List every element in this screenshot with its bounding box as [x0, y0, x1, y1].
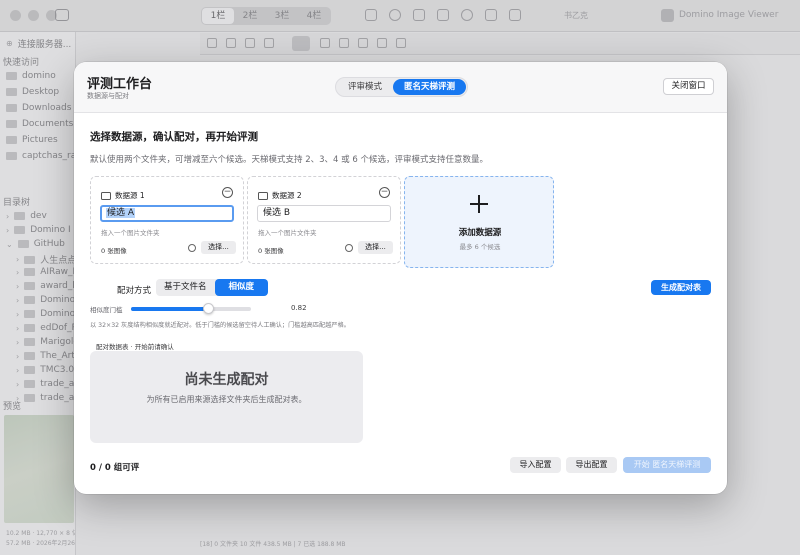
add-source-title: 添加数据源 [458, 228, 502, 238]
add-source-subtitle: 最多 6 个候选 [459, 243, 501, 251]
start-evaluation-button[interactable]: 开始 匿名天梯评测 [623, 457, 711, 473]
data-source-card-1[interactable]: 数据源 1 − 候选 A 拖入一个图片文件夹 0 张图像 选择... [90, 176, 244, 264]
remove-source-icon[interactable]: − [379, 187, 390, 198]
dialog-header: 评测工作台 数据源与配对 评审模式 匿名天梯评测 关闭窗口 [74, 62, 727, 113]
slider-fill [131, 307, 208, 311]
image-count: 0 张图像 [101, 247, 127, 255]
section-description: 默认使用两个文件夹，可增减至六个候选。天梯模式支持 2、3、4 或 6 个候选，… [90, 155, 488, 165]
threshold-label: 相似度门槛 [90, 306, 123, 314]
folder-plus-icon [258, 191, 268, 200]
pairing-method-switch[interactable]: 基于文件名 相似度 [156, 279, 269, 296]
tab-anonymous-ladder[interactable]: 匿名天梯评测 [393, 79, 467, 95]
slider-handle[interactable] [202, 303, 214, 314]
tab-similarity[interactable]: 相似度 [214, 279, 269, 296]
mode-switch[interactable]: 评审模式 匿名天梯评测 [335, 77, 469, 97]
data-source-card-2[interactable]: 数据源 2 − 候选 B 拖入一个图片文件夹 0 张图像 选择... [247, 176, 401, 264]
evaluation-workbench-dialog: 评测工作台 数据源与配对 评审模式 匿名天梯评测 关闭窗口 选择数据源，确认配对… [74, 62, 727, 494]
data-source-title: 数据源 2 [258, 190, 302, 201]
empty-title: 尚未生成配对 [184, 372, 269, 388]
export-config-button[interactable]: 导出配置 [566, 457, 617, 473]
folder-plus-icon [101, 191, 111, 200]
drop-hint: 拖入一个图片文件夹 [258, 229, 317, 237]
data-source-label: 数据源 1 [115, 191, 145, 200]
pair-table-label: 配对数据表 · 开始前请确认 [96, 343, 174, 351]
choose-folder-button[interactable]: 选择... [201, 241, 236, 254]
data-source-title: 数据源 1 [101, 190, 145, 201]
plus-icon [470, 195, 488, 213]
gear-icon[interactable] [345, 244, 353, 252]
data-source-label: 数据源 2 [272, 191, 302, 200]
source-name-value: 候选 A [106, 208, 136, 218]
gear-icon[interactable] [188, 244, 196, 252]
drop-hint: 拖入一个图片文件夹 [101, 229, 160, 237]
evaluable-count: 0 / 0 组可评 [90, 463, 140, 473]
source-name-input[interactable]: 候选 B [257, 205, 391, 222]
threshold-description: 以 32×32 灰度结构相似度就近配对。低于门槛的候选留空待人工确认；门槛越高匹… [90, 322, 350, 329]
pairing-label: 配对方式 [117, 286, 152, 296]
import-config-button[interactable]: 导入配置 [510, 457, 561, 473]
source-name-input[interactable]: 候选 A [100, 205, 234, 222]
pair-table-empty-state: 尚未生成配对 为所有已启用来源选择文件夹后生成配对表。 [90, 351, 363, 443]
dialog-subtitle: 数据源与配对 [87, 92, 129, 100]
generate-pairs-button[interactable]: 生成配对表 [651, 280, 711, 295]
add-data-source-button[interactable]: 添加数据源 最多 6 个候选 [404, 176, 554, 268]
threshold-value: 0.82 [291, 304, 307, 312]
tab-review-mode[interactable]: 评审模式 [337, 79, 393, 95]
empty-subtitle: 为所有已启用来源选择文件夹后生成配对表。 [146, 395, 307, 404]
section-heading: 选择数据源，确认配对，再开始评测 [90, 131, 258, 143]
threshold-slider[interactable] [131, 303, 251, 314]
tab-filename[interactable]: 基于文件名 [156, 279, 215, 296]
choose-folder-button[interactable]: 选择... [358, 241, 393, 254]
dialog-title: 评测工作台 [87, 77, 153, 92]
close-dialog-button[interactable]: 关闭窗口 [663, 78, 714, 95]
image-count: 0 张图像 [258, 247, 284, 255]
remove-source-icon[interactable]: − [222, 187, 233, 198]
